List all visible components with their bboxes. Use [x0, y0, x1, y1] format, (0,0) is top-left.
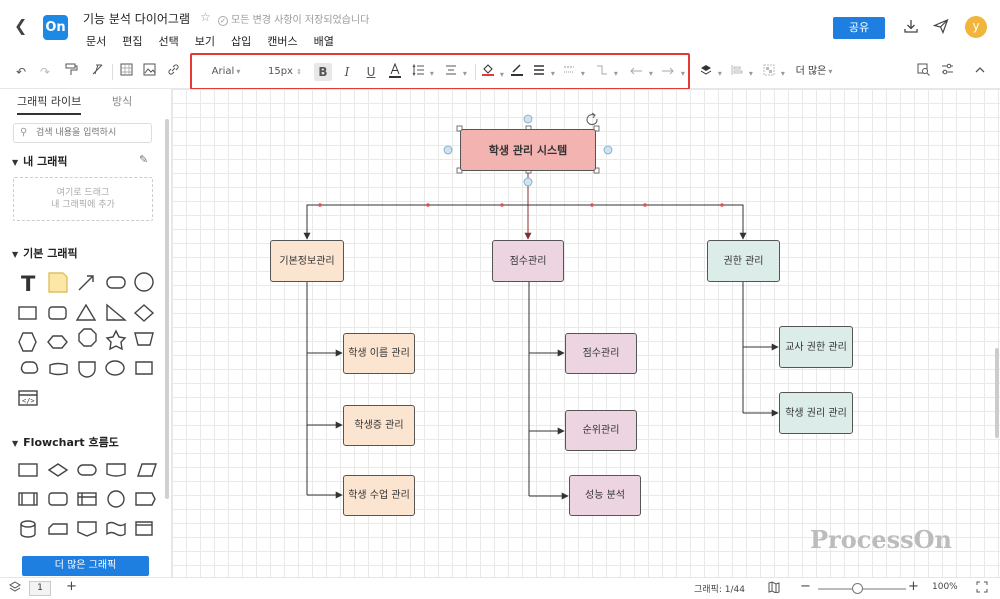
check-icon: ✓ — [218, 16, 228, 26]
add-page-icon[interactable]: + — [66, 579, 77, 594]
child-node[interactable]: 학생 수업 관리 — [343, 475, 415, 516]
header: ❮ On 기능 분석 다이어그램 ☆ ✓ 모든 변경 사항이 저장되었습니다 문서… — [0, 0, 1000, 55]
undo-icon[interactable]: ↶ — [12, 63, 30, 81]
child-node[interactable]: 학생증 관리 — [343, 405, 415, 446]
more-label: 더 많은 — [795, 66, 827, 77]
shape-search[interactable]: ⚲ — [13, 123, 152, 143]
save-status-text: 모든 변경 사항이 저장되었습니다 — [231, 15, 370, 26]
basic-shapes-header[interactable]: ▼ 기본 그래픽 — [12, 245, 78, 261]
layers-icon[interactable] — [9, 581, 21, 596]
drop-zone-line2: 내 그래픽에 추가 — [51, 200, 115, 210]
drop-zone-line1: 여기로 드래그 — [56, 188, 110, 198]
map-icon[interactable] — [768, 581, 780, 596]
zoom-in-icon[interactable]: + — [908, 579, 919, 594]
root-node[interactable]: 학생 관리 시스템 — [460, 129, 596, 171]
menu-select[interactable]: 선택 — [159, 33, 179, 49]
search-input[interactable] — [36, 126, 148, 140]
shape-library-panel: 그래픽 라이브 방식 ⚲ ▼내 그래픽 ✎ 여기로 드래그 내 그래픽에 추가 … — [0, 89, 172, 577]
app-logo: On — [43, 15, 68, 40]
send-icon[interactable] — [932, 18, 950, 36]
format-painter-icon[interactable] — [62, 63, 80, 81]
panel-scrollbar[interactable] — [165, 119, 169, 499]
fullscreen-icon[interactable] — [976, 581, 988, 596]
branch-node-basic-info[interactable]: 기본정보관리 — [270, 240, 344, 282]
tab-shape-library[interactable]: 그래픽 라이브 — [17, 93, 82, 115]
svg-text:</>: </> — [22, 397, 35, 405]
watermark: ProcessOn — [810, 525, 952, 554]
menu-insert[interactable]: 삽입 — [231, 33, 251, 49]
my-shapes-title: 내 그래픽 — [23, 155, 68, 168]
menu-arrange[interactable]: 배열 — [314, 33, 334, 49]
settings-sliders-icon[interactable] — [938, 63, 956, 81]
link-icon[interactable] — [164, 63, 182, 81]
canvas-scrollbar[interactable] — [995, 348, 999, 438]
menu-document[interactable]: 문서 — [86, 33, 106, 49]
back-icon[interactable]: ❮ — [14, 16, 32, 38]
more-button[interactable]: 더 많은 — [793, 63, 835, 81]
svg-text:T: T — [21, 272, 36, 296]
collapse-triangle-icon: ▼ — [12, 250, 19, 259]
child-node[interactable]: 교사 권한 관리 — [779, 326, 853, 368]
branch-node-permission[interactable]: 권한 관리 — [707, 240, 780, 282]
page-tab[interactable]: 1 — [29, 581, 51, 596]
layers-select[interactable] — [700, 63, 722, 81]
my-shapes-header[interactable]: ▼ 내 그래픽 — [12, 153, 67, 169]
arrange-align-select[interactable] — [731, 63, 753, 81]
pattern-icon[interactable] — [117, 63, 135, 81]
menu-view[interactable]: 보기 — [195, 33, 215, 49]
my-shapes-drop-zone[interactable]: 여기로 드래그 내 그래픽에 추가 — [13, 177, 153, 221]
zoom-level[interactable]: 100% — [932, 582, 958, 592]
menu-bar: 문서 편집 선택 보기 삽입 캔버스 배열 — [86, 33, 350, 49]
flowchart-shapes-grid — [18, 463, 157, 538]
child-node[interactable]: 성능 분석 — [569, 475, 641, 516]
group-select[interactable] — [763, 63, 785, 81]
flowchart-header[interactable]: ▼ Flowchart 흐름도 — [12, 434, 119, 450]
basic-shapes-grid: T </> — [18, 272, 155, 406]
branch-node-score[interactable]: 점수관리 — [492, 240, 564, 282]
more-shapes-button[interactable]: 더 많은 그래픽 — [22, 556, 149, 576]
diagram-canvas[interactable]: 학생 관리 시스템 기본정보관리 점수관리 권한 관리 학생 이름 관리 학생증… — [172, 89, 1000, 577]
zoom-out-icon[interactable]: − — [800, 579, 811, 594]
redo-icon[interactable]: ↷ — [36, 63, 54, 81]
child-node[interactable]: 순위관리 — [565, 410, 637, 451]
find-replace-icon[interactable] — [914, 63, 932, 81]
tab-templates[interactable]: 방식 — [112, 93, 132, 109]
collapse-toolbar-icon[interactable] — [972, 63, 988, 81]
basic-shapes-title: 기본 그래픽 — [23, 247, 78, 260]
menu-canvas[interactable]: 캔버스 — [267, 33, 297, 49]
highlight-annotation — [190, 53, 690, 90]
image-icon[interactable] — [140, 63, 158, 81]
zoom-slider-handle[interactable] — [852, 583, 863, 594]
edit-icon[interactable]: ✎ — [139, 153, 148, 166]
document-title[interactable]: 기능 분석 다이어그램 — [83, 10, 190, 27]
shape-count: 그래픽: 1/44 — [694, 585, 745, 595]
child-node[interactable]: 학생 이름 관리 — [343, 333, 415, 374]
collapse-triangle-icon: ▼ — [12, 439, 19, 448]
download-icon[interactable] — [902, 18, 920, 36]
flowchart-title: Flowchart 흐름도 — [23, 436, 119, 449]
save-status: ✓ 모든 변경 사항이 저장되었습니다 — [218, 11, 369, 26]
child-node[interactable]: 점수관리 — [565, 333, 637, 374]
status-bar: 1 + 그래픽: 1/44 − + 100% — [0, 577, 1000, 599]
clear-format-icon[interactable] — [88, 63, 106, 81]
collapse-triangle-icon: ▼ — [12, 158, 19, 167]
search-icon: ⚲ — [20, 127, 28, 138]
share-button[interactable]: 공유 — [833, 17, 885, 39]
user-avatar[interactable]: y — [965, 16, 987, 38]
child-node[interactable]: 학생 권리 관리 — [779, 392, 853, 434]
menu-edit[interactable]: 편집 — [122, 33, 142, 49]
star-icon[interactable]: ☆ — [200, 10, 211, 24]
